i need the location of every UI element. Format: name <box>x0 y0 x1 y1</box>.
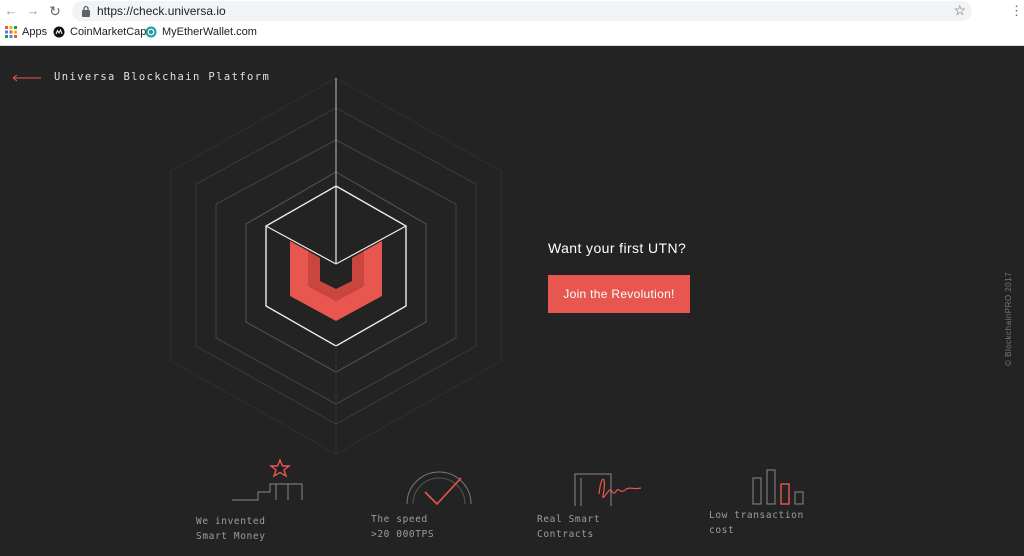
bookmark-myetherwallet[interactable]: MyEtherWallet.com <box>145 26 257 38</box>
lock-icon <box>82 5 90 17</box>
forward-arrow-icon[interactable]: → <box>25 3 41 19</box>
join-revolution-button[interactable]: Join the Revolution! <box>548 275 690 313</box>
bookmark-coinmarketcap[interactable]: CoinMarketCap <box>53 26 146 38</box>
bookmarks-bar: Apps CoinMarketCap MyEtherWallet.com <box>0 24 1024 44</box>
reload-icon[interactable]: ↻ <box>47 3 63 19</box>
feature-label-line1: The speed <box>371 514 428 525</box>
back-arrow-icon[interactable]: ← <box>3 3 19 19</box>
back-arrow-icon[interactable] <box>12 74 42 82</box>
speedometer-icon <box>406 471 472 506</box>
feature-label-line1: We invented <box>196 516 266 527</box>
bookmark-label: MyEtherWallet.com <box>162 26 257 38</box>
page-content: Universa Blockchain Platform Want your f… <box>0 46 1024 556</box>
bookmark-star-icon[interactable]: ☆ <box>953 2 966 19</box>
feature-label-line2: cost <box>709 525 735 536</box>
url-text: https://check.universa.io <box>97 4 226 18</box>
bookmark-label: Apps <box>22 26 48 38</box>
feature-label-line2: Contracts <box>537 529 594 540</box>
myetherwallet-icon <box>145 26 157 38</box>
feature-label-line2: Smart Money <box>196 531 266 542</box>
browser-chrome: ← → ↻ https://check.universa.io ☆ ⋮ Apps… <box>0 0 1024 46</box>
feature-label-line1: Real Smart <box>537 514 601 525</box>
stairs-star-icon <box>232 458 303 501</box>
bookmark-label: CoinMarketCap <box>70 26 147 38</box>
coinmarketcap-icon <box>53 26 65 38</box>
feature-label-line2: >20 000TPS <box>371 529 435 540</box>
cta-heading: Want your first UTN? <box>548 240 687 256</box>
menu-dots-icon[interactable]: ⋮ <box>1010 3 1023 19</box>
copyright-text: © BlockchainPRO 2017 <box>1004 271 1013 366</box>
universa-logo-illustration <box>170 77 502 455</box>
bookmark-apps[interactable]: Apps <box>5 26 47 38</box>
feature-label-line1: Low transaction <box>709 510 804 521</box>
address-bar[interactable]: https://check.universa.io ☆ <box>72 1 972 21</box>
apps-grid-icon <box>5 26 17 38</box>
signature-icon <box>574 473 642 506</box>
